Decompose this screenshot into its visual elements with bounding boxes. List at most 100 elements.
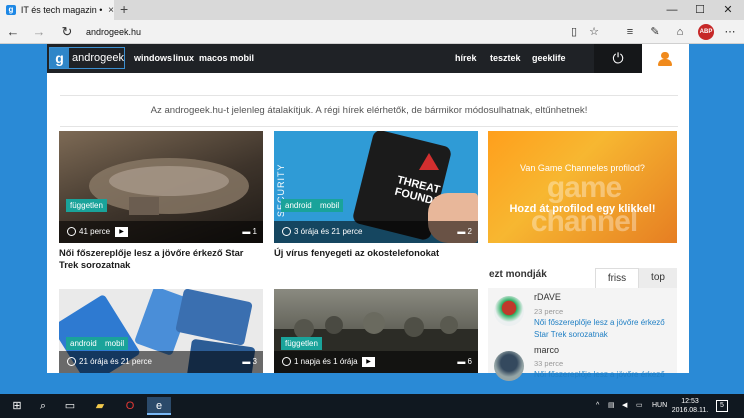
hub-menu-icon[interactable]: ≡	[622, 24, 638, 40]
file-explorer-icon[interactable]: ▰	[91, 397, 109, 415]
browser-tab[interactable]: g IT és tech magazin • and ×	[0, 0, 114, 20]
battery-icon[interactable]: ▭	[636, 394, 643, 418]
avatar[interactable]	[494, 351, 524, 381]
article-meta: 1 napja és 1 órája ▶ ▬ 6	[274, 351, 478, 373]
comment-time: 23 perce	[534, 307, 564, 316]
windows-taskbar: ⊞ ⌕ ▭ ▰ O e ^ ▤ ◀ ▭ HUN 12:53 2016.08.11…	[0, 394, 744, 418]
category-badge[interactable]: android	[66, 337, 101, 350]
category-badge[interactable]: független	[281, 337, 322, 350]
tab-close-icon[interactable]: ×	[108, 5, 114, 16]
article-thumbnail[interactable]: független 1 napja és 1 órája ▶ ▬ 6	[274, 289, 478, 373]
favorite-star-icon[interactable]: ☆	[586, 24, 602, 40]
category-badge[interactable]: független	[66, 199, 107, 212]
more-menu-icon[interactable]: ⋯	[722, 24, 738, 40]
site-logo[interactable]: g androgeek	[49, 47, 125, 69]
clock-icon	[282, 227, 291, 237]
adblock-icon[interactable]: ABP	[698, 24, 714, 40]
nav-mobil[interactable]: mobil	[230, 44, 254, 73]
comment-article-link[interactable]: Női főszereplője lesz a jövőre érkező	[534, 369, 674, 381]
comment-item: marco 33 perce Női főszereplője lesz a j…	[488, 343, 677, 385]
nav-windows[interactable]: windows	[134, 44, 172, 73]
windows-start-icon[interactable]: ⊞	[8, 397, 26, 415]
nav-geeklife[interactable]: geeklife	[532, 44, 566, 73]
close-window-button[interactable]: ✕	[714, 0, 742, 20]
article-title[interactable]: Női főszereplője lesz a jövőre érkező St…	[59, 247, 263, 271]
edge-browser-icon[interactable]: e	[147, 397, 171, 415]
clock-date: 2016.08.11.	[671, 407, 709, 414]
nav-hirek[interactable]: hírek	[455, 44, 477, 73]
logo-text: androgeek	[72, 52, 124, 64]
language-indicator[interactable]: HUN	[652, 394, 667, 418]
comment-user[interactable]: marco	[534, 345, 559, 355]
forward-arrow-icon[interactable]: →	[30, 23, 48, 41]
share-icon[interactable]: ⌂	[672, 24, 688, 40]
minimize-button[interactable]: —	[658, 0, 686, 20]
phone-image	[175, 289, 253, 346]
network-icon[interactable]: ▤	[608, 394, 615, 418]
nav-tesztek[interactable]: tesztek	[490, 44, 521, 73]
reading-view-icon[interactable]: ▯	[566, 24, 582, 40]
clock-time: 12:53	[681, 398, 699, 405]
category-badge[interactable]: mobil	[316, 199, 344, 212]
article-time: 41 perce	[79, 227, 111, 236]
article-meta: 41 perce ▶ ▬ 1	[59, 221, 263, 243]
article-card[interactable]: SECURITY THREAT FOUND! android mobil 3 ór…	[274, 131, 478, 271]
notification-center-icon[interactable]: 5	[716, 400, 728, 412]
browser-nav-bar: ← → ↻ androgeek.hu ▯ ☆ ≡ ✎ ⌂ ABP ⋯	[0, 20, 744, 44]
comment-count[interactable]: ▬ 1	[242, 221, 257, 243]
comment-item: rDAVE 23 perce Női főszereplője lesz a j…	[488, 288, 677, 339]
comment-count[interactable]: ▬ 3	[242, 351, 257, 373]
user-body-shape	[658, 59, 672, 66]
clock-icon	[282, 357, 291, 367]
game-channel-ad[interactable]: Van Game Channeles profilod? game channe…	[488, 131, 677, 243]
article-thumbnail[interactable]: SECURITY THREAT FOUND! android mobil 3 ór…	[274, 131, 478, 243]
tab-top[interactable]: top	[639, 268, 677, 288]
comment-article-link[interactable]: Női főszereplője lesz a jövőre érkező St…	[534, 317, 674, 341]
ad-cta[interactable]: Hozd át profilod egy klikkel!	[488, 203, 677, 215]
article-time: 1 napja és 1 órája	[294, 357, 358, 366]
avatar[interactable]	[494, 296, 524, 326]
comments-list: rDAVE 23 perce Női főszereplője lesz a j…	[488, 288, 677, 381]
task-view-icon[interactable]: ▭	[61, 397, 79, 415]
web-note-icon[interactable]: ✎	[647, 24, 663, 40]
comment-user[interactable]: rDAVE	[534, 292, 561, 302]
back-arrow-icon[interactable]: ←	[4, 23, 22, 41]
article-thumbnail[interactable]: független 41 perce ▶ ▬ 1	[59, 131, 263, 243]
article-card[interactable]: android mobil 21 órája és 21 perce ▬ 3	[59, 289, 263, 373]
user-profile-icon[interactable]	[642, 44, 689, 73]
article-title[interactable]: Új vírus fenyegeti az okostelefonokat	[274, 247, 478, 259]
article-meta: 3 órája és 21 perce ▬ 2	[274, 221, 478, 243]
clock-icon	[67, 357, 76, 367]
video-icon: ▶	[115, 227, 128, 237]
article-card[interactable]: független 1 napja és 1 órája ▶ ▬ 6	[274, 289, 478, 373]
comment-count[interactable]: ▬ 2	[457, 221, 472, 243]
video-icon: ▶	[362, 357, 375, 367]
maximize-button[interactable]: ☐	[686, 0, 714, 20]
search-icon[interactable]: ⌕	[34, 397, 52, 415]
volume-icon[interactable]: ◀	[622, 394, 627, 418]
tab-friss[interactable]: friss	[595, 268, 639, 288]
article-time: 3 órája és 21 perce	[294, 227, 363, 236]
article-thumbnail[interactable]: android mobil 21 órája és 21 perce ▬ 3	[59, 289, 263, 373]
opera-icon[interactable]: O	[121, 397, 139, 415]
clock-icon	[67, 227, 76, 237]
nav-linux[interactable]: linux	[173, 44, 194, 73]
address-bar[interactable]: androgeek.hu	[84, 24, 564, 40]
category-badge[interactable]: android	[281, 199, 316, 212]
article-meta: 21 órája és 21 perce ▬ 3	[59, 351, 263, 373]
power-login-icon[interactable]: ⏻	[594, 44, 642, 73]
article-card[interactable]: független 41 perce ▶ ▬ 1 Női főszereplőj…	[59, 131, 263, 271]
site-header: g androgeek windows linux macos mobil hí…	[47, 44, 689, 73]
system-clock[interactable]: 12:53 2016.08.11.	[670, 397, 710, 415]
browser-tab-bar: g IT és tech magazin • and × + — ☐ ✕	[0, 0, 744, 20]
category-badge[interactable]: mobil	[101, 337, 129, 350]
page-content: Az androgeek.hu-t jelenleg átalakítjuk. …	[47, 73, 689, 381]
new-tab-button[interactable]: +	[120, 1, 128, 17]
site-favicon-icon: g	[6, 5, 16, 15]
tab-title: IT és tech magazin • and	[20, 5, 104, 15]
nav-macos[interactable]: macos	[199, 44, 228, 73]
comment-count[interactable]: ▬ 6	[457, 351, 472, 373]
tray-arrow-icon[interactable]: ^	[596, 394, 599, 418]
refresh-icon[interactable]: ↻	[58, 23, 76, 41]
article-time: 21 órája és 21 perce	[79, 357, 152, 366]
